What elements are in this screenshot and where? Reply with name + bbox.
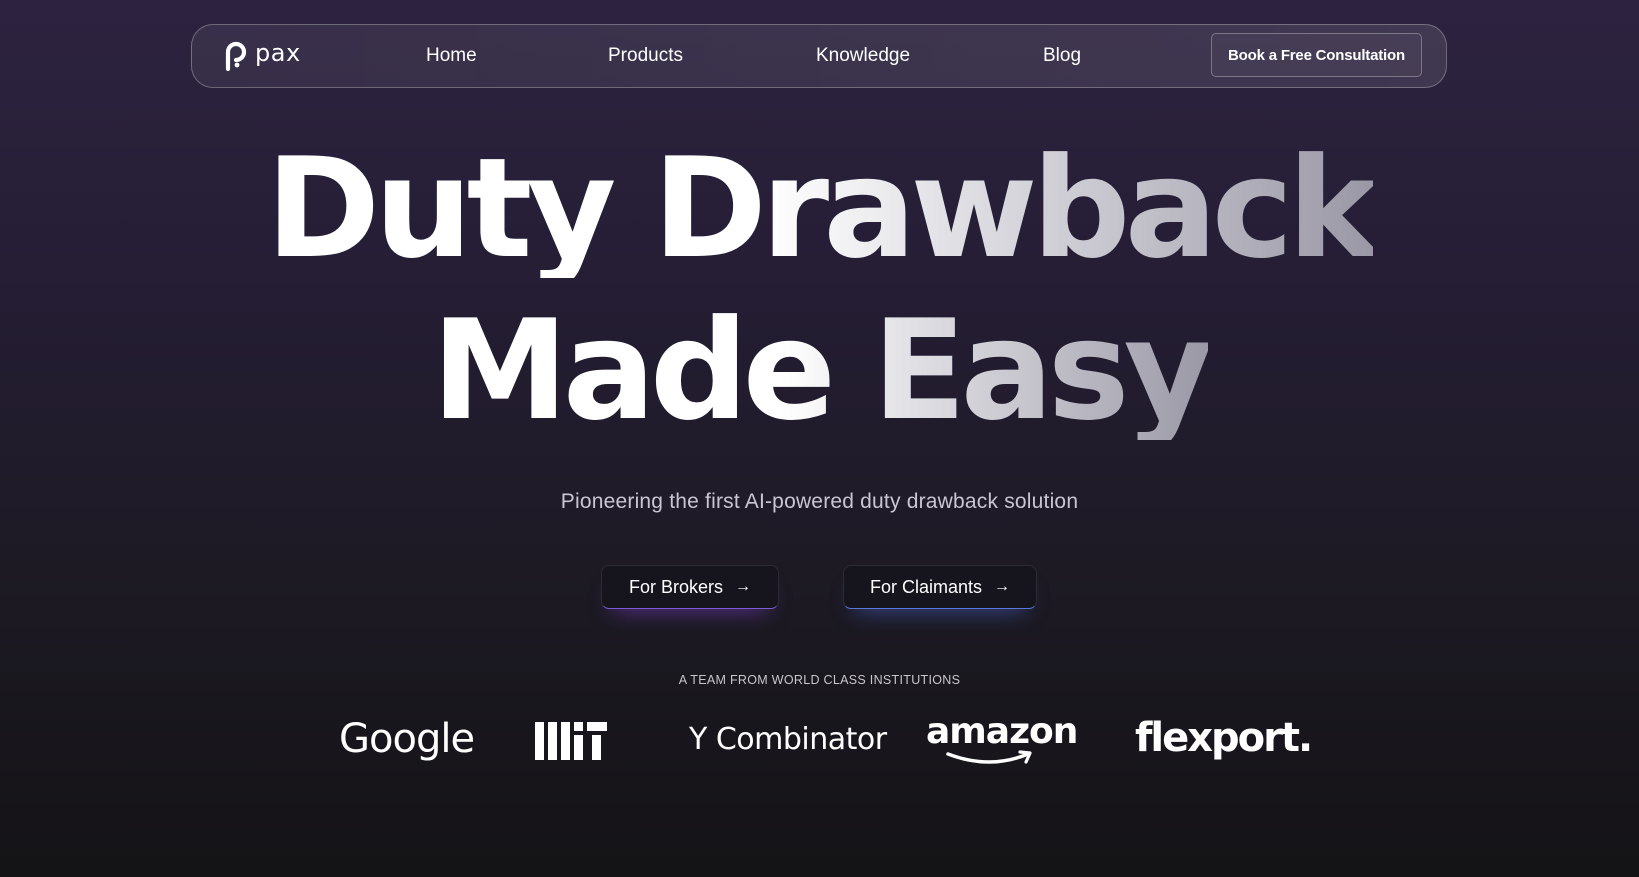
ycombinator-logo: Y Combinator: [689, 722, 887, 757]
hero-subtitle: Pioneering the first AI-powered duty dra…: [560, 490, 1079, 513]
hero-line2-text: Made Easy: [431, 290, 1213, 451]
for-brokers-label: For Brokers: [628, 576, 724, 597]
amazon-logo: amazon: [926, 711, 1078, 764]
google-logo: Google: [339, 716, 475, 762]
book-consultation-button[interactable]: Book a Free Consultation: [1211, 33, 1422, 77]
hero-title-line-1: Duty Drawback: [0, 140, 1639, 278]
institution-logos: Google Y Combinator amazon flexport.: [0, 711, 1639, 764]
pax-logo-icon: [225, 41, 247, 71]
nav-blog[interactable]: Blog: [1043, 44, 1081, 68]
amazon-smile-icon: [946, 750, 1032, 764]
for-claimants-label: For Claimants: [869, 576, 983, 597]
pax-logo[interactable]: pax: [224, 41, 301, 71]
flexport-logo: flexport.: [1135, 715, 1313, 761]
nav-products[interactable]: Products: [608, 44, 683, 68]
amazon-logo-text: amazon: [926, 711, 1078, 752]
logo-text: pax: [255, 39, 301, 67]
nav-home[interactable]: Home: [426, 44, 477, 68]
mit-logo: [535, 722, 607, 760]
for-brokers-button[interactable]: For Brokers →: [601, 565, 779, 609]
top-nav: pax Home Products Knowledge Blog Book a …: [191, 24, 1447, 88]
arrow-right-icon: →: [735, 578, 752, 595]
for-claimants-button[interactable]: For Claimants →: [843, 565, 1037, 609]
hero-line1-text: Duty Drawback: [265, 128, 1379, 289]
hero-title-line-2: Made Easy: [0, 302, 1639, 440]
arrow-right-icon: →: [994, 578, 1011, 595]
nav-knowledge[interactable]: Knowledge: [816, 44, 910, 68]
team-label: A TEAM FROM WORLD CLASS INSTITUTIONS: [678, 673, 961, 687]
